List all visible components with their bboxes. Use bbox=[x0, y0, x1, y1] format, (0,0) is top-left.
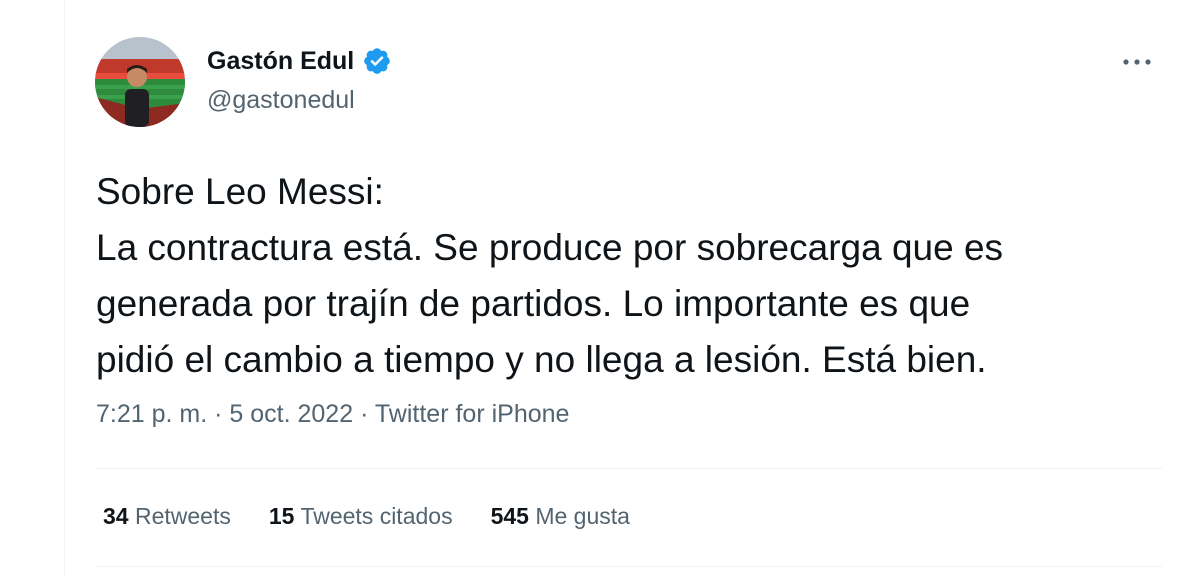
tweet-time[interactable]: 7:21 p. m. bbox=[96, 400, 207, 428]
engagement-stats: 34 Retweets 15 Tweets citados 545 Me gus… bbox=[103, 503, 630, 530]
quotes-stat[interactable]: 15 Tweets citados bbox=[269, 503, 453, 530]
tweet-source[interactable]: Twitter for iPhone bbox=[375, 400, 570, 428]
more-options-button[interactable] bbox=[1120, 47, 1154, 77]
quotes-count: 15 bbox=[268, 503, 295, 529]
divider bbox=[96, 566, 1162, 567]
verified-badge-icon bbox=[362, 46, 392, 76]
meta-separator: · bbox=[214, 400, 223, 428]
tweet-line: pidió el cambio a tiempo y no llega a le… bbox=[96, 339, 987, 380]
retweets-stat[interactable]: 34 Retweets bbox=[103, 503, 231, 530]
author-name-row[interactable]: Gastón Edul bbox=[207, 46, 392, 76]
profile-photo-icon bbox=[95, 37, 185, 127]
display-name[interactable]: Gastón Edul bbox=[207, 47, 354, 76]
likes-stat[interactable]: 545 Me gusta bbox=[491, 503, 630, 530]
tweet-meta: 7:21 p. m. · 5 oct. 2022 · Twitter for i… bbox=[96, 400, 569, 429]
tweet-line: generada por trajín de partidos. Lo impo… bbox=[96, 283, 971, 324]
meta-separator: · bbox=[360, 400, 369, 428]
quotes-label: Tweets citados bbox=[300, 503, 453, 529]
likes-label: Me gusta bbox=[535, 503, 630, 529]
avatar[interactable] bbox=[95, 37, 185, 127]
likes-count: 545 bbox=[490, 503, 529, 529]
tweet-date[interactable]: 5 oct. 2022 bbox=[229, 400, 353, 428]
retweets-count: 34 bbox=[103, 503, 129, 529]
tweet-card: Gastón Edul @gastonedul Sobre Leo Messi:… bbox=[64, 0, 1200, 575]
tweet-line: Sobre Leo Messi: bbox=[96, 171, 384, 212]
more-horizontal-icon bbox=[1123, 59, 1151, 65]
retweets-label: Retweets bbox=[134, 503, 231, 529]
tweet-line: La contractura está. Se produce por sobr… bbox=[96, 227, 1004, 268]
tweet-text: Sobre Leo Messi: La contractura está. Se… bbox=[96, 164, 1176, 388]
divider bbox=[96, 468, 1162, 469]
author-handle[interactable]: @gastonedul bbox=[207, 86, 355, 115]
